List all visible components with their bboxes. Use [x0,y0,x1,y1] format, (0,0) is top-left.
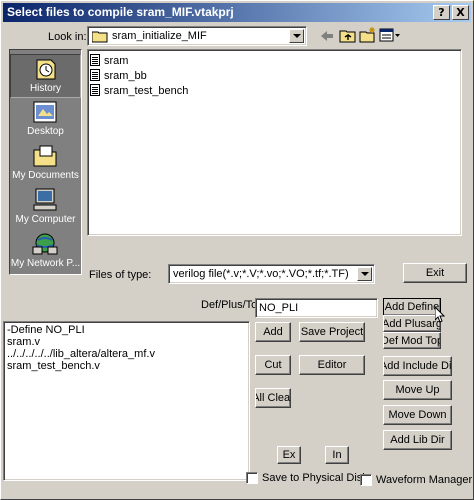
add-lib-dir-button[interactable]: Add Lib Dir [383,430,452,450]
mouse-cursor-icon [435,307,445,323]
in-button[interactable]: In [325,446,349,464]
place-history-label: History [29,83,62,94]
defplus-input[interactable]: NO_PLI [255,298,378,318]
back-icon[interactable] [319,29,335,43]
filetype-label: Files of type: [89,269,152,281]
add-plusarg-button[interactable]: Add Plusarg [383,315,441,332]
add-define-button[interactable]: Add Define [383,298,441,316]
file-icon [90,54,100,66]
file-icon [90,84,100,96]
waveform-manager-checkbox[interactable] [360,474,372,486]
my-computer-icon [33,188,57,211]
exit-button[interactable]: Exit [403,263,467,283]
ex-button[interactable]: Ex [277,446,301,464]
project-file-list[interactable]: -Define NO_PLI sram.v ../../../../../lib… [3,321,250,481]
place-desktop-label: Desktop [27,126,64,137]
chevron-down-icon[interactable] [357,267,372,281]
place-my-documents[interactable]: My Documents [10,142,81,186]
place-my-network-label: My Network P... [10,258,81,269]
place-my-computer-label: My Computer [15,214,76,225]
list-item[interactable]: sram [90,54,128,70]
list-item[interactable]: sram_bb [90,69,147,85]
add-button[interactable]: Add [255,322,291,342]
folder-icon [92,31,108,43]
place-my-computer[interactable]: My Computer [10,186,81,230]
list-item[interactable]: sram.v [7,336,246,348]
chevron-down-icon[interactable] [289,29,304,43]
save-project-button[interactable]: Save Project [299,322,365,342]
title-bar[interactable]: Select files to compile sram_MIF.vtakprj… [3,3,471,22]
history-icon [36,59,56,80]
filetype-dropdown[interactable]: verilog file(*.v;*.V;*.vo;*.VO;*.tf;*.TF… [168,264,375,284]
file-list[interactable]: sram sram_bb sram_test_bench [87,49,462,236]
waveform-manager-label: Waveform Manager [376,474,473,486]
add-include-dir-button[interactable]: Add Include Dir [383,356,452,376]
cut-button[interactable]: Cut [255,355,291,375]
save-physical-label: Save to Physical Disk [262,472,368,484]
file-name: sram_test_bench [104,85,189,97]
place-desktop[interactable]: Desktop [10,98,81,142]
dialog-title: Select files to compile sram_MIF.vtakprj [7,5,234,19]
editor-button[interactable]: Editor [299,355,365,375]
view-menu-icon[interactable] [379,28,401,42]
new-folder-icon[interactable] [359,27,377,43]
lookin-dropdown[interactable]: sram_initialize_MIF [87,26,307,46]
my-network-icon [32,233,58,255]
file-name: sram_bb [104,70,147,82]
help-button[interactable]: ? [433,5,450,20]
list-item[interactable]: sram_test_bench.v [7,360,246,372]
move-up-button[interactable]: Move Up [383,380,452,400]
save-physical-checkbox[interactable] [246,472,258,484]
desktop-icon [33,101,57,123]
list-item[interactable]: -Define NO_PLI [7,324,246,336]
place-my-documents-label: My Documents [12,170,79,181]
list-item[interactable]: ../../../../../lib_altera/altera_mf.v [7,348,246,360]
place-my-network[interactable]: My Network P... [10,230,81,274]
close-button[interactable]: X [452,5,469,20]
move-down-button[interactable]: Move Down [383,405,452,425]
def-mod-top-button[interactable]: Def Mod Top [383,332,441,349]
up-folder-icon[interactable] [339,27,357,43]
all-clear-button[interactable]: All Clear [255,388,291,408]
lookin-value: sram_initialize_MIF [112,30,207,42]
lookin-label: Look in: [48,31,87,43]
places-bar: History Desktop My Documents My Computer… [9,49,82,275]
file-name: sram [104,55,129,67]
file-icon [90,69,100,81]
list-item[interactable]: sram_test_bench [90,84,188,100]
my-documents-icon [33,145,57,167]
place-history[interactable]: History [10,54,81,98]
filetype-value: verilog file(*.v;*.V;*.vo;*.VO;*.tf;*.TF… [173,268,349,280]
file-select-dialog: Select files to compile sram_MIF.vtakprj… [0,0,474,500]
